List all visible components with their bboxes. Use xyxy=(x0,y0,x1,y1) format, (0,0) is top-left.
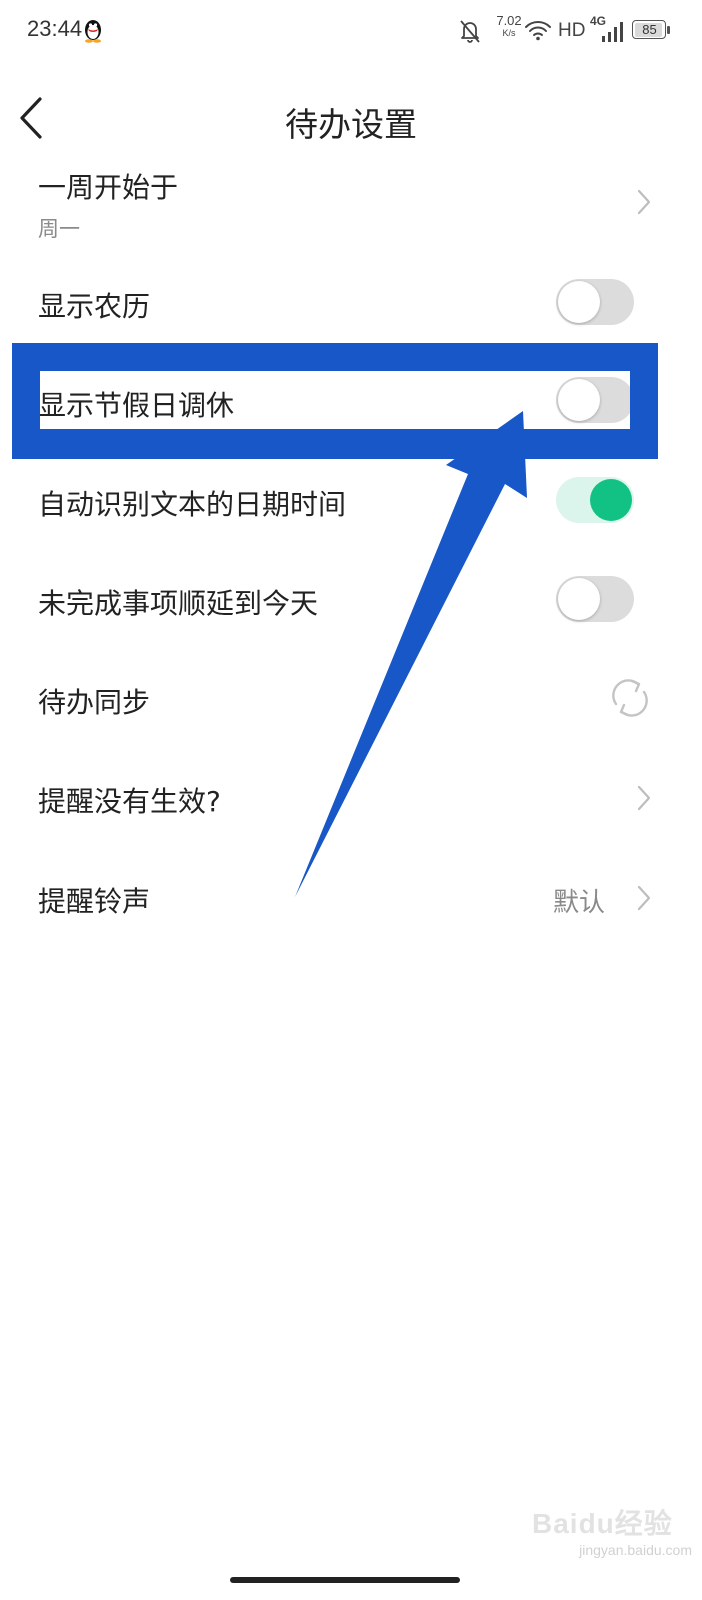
row-label-ringtone: 提醒铃声 xyxy=(38,885,151,918)
row-label-carry-over: 未完成事项顺延到今天 xyxy=(38,587,319,620)
page-title: 待办设置 xyxy=(285,105,417,144)
chevron-right-icon xyxy=(637,885,651,911)
battery-indicator: 85 xyxy=(632,20,670,39)
signal-bars-icon xyxy=(602,22,623,42)
watermark-brand: Baidu经验 xyxy=(532,1508,673,1539)
battery-level: 85 xyxy=(642,22,657,37)
qq-penguin-icon xyxy=(85,20,101,43)
sync-icon[interactable] xyxy=(608,676,652,720)
toggle-auto-detect[interactable] xyxy=(556,477,634,523)
annotation-highlight-box xyxy=(12,343,658,459)
baidu-watermark: Baidu经验 jingyan.baidu.com xyxy=(528,1500,698,1560)
row-label-lunar: 显示农历 xyxy=(38,290,151,323)
status-time: 23:44 xyxy=(27,16,83,41)
toggle-lunar[interactable] xyxy=(556,279,634,325)
row-value-week-start: 周一 xyxy=(38,217,80,241)
network-speed-unit: K/s xyxy=(502,28,516,38)
network-speed: 7.02 K/s xyxy=(489,14,529,38)
row-label-reminder-help: 提醒没有生效? xyxy=(38,785,221,818)
row-label-week-start: 一周开始于 xyxy=(38,171,179,204)
toggle-knob xyxy=(558,578,600,620)
battery-cap xyxy=(667,26,670,34)
chevron-right-icon xyxy=(637,785,651,811)
watermark-url: jingyan.baidu.com xyxy=(579,1542,692,1558)
toggle-carry-over[interactable] xyxy=(556,576,634,622)
mute-bell-icon xyxy=(460,20,480,43)
network-speed-value: 7.02 xyxy=(496,13,522,28)
toggle-knob xyxy=(590,479,632,521)
row-label-sync: 待办同步 xyxy=(38,686,151,719)
hd-indicator: HD xyxy=(558,20,586,41)
wifi-icon xyxy=(525,21,551,41)
row-label-auto-detect: 自动识别文本的日期时间 xyxy=(38,488,347,521)
home-indicator[interactable] xyxy=(230,1577,460,1583)
chevron-right-icon xyxy=(637,189,651,215)
toggle-knob xyxy=(558,281,600,323)
row-value-ringtone: 默认 xyxy=(553,888,606,918)
